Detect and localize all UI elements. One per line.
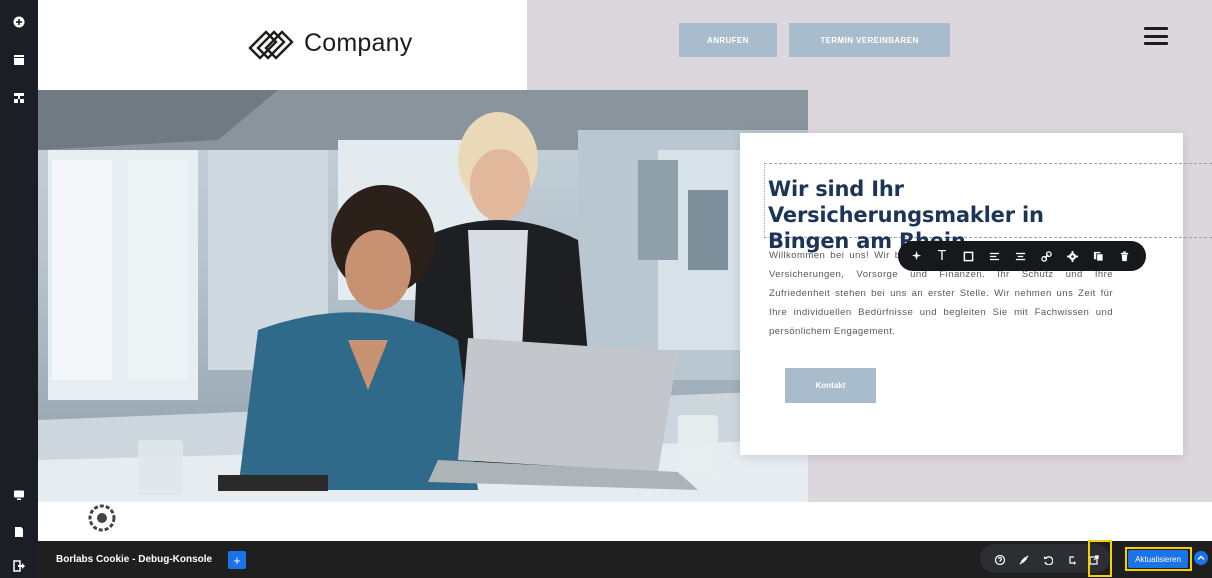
header-logo-area: Company — [38, 0, 527, 90]
hamburger-menu-icon[interactable] — [1144, 27, 1168, 45]
page-bottom-band — [38, 502, 1212, 541]
highlight-frame-open — [1088, 540, 1112, 577]
trash-icon[interactable] — [1114, 246, 1134, 266]
link-icon[interactable] — [1036, 246, 1056, 266]
debug-console-bar: Borlabs Cookie - Debug-Konsole + Aktuali… — [38, 540, 1212, 578]
undo-icon[interactable] — [1042, 554, 1054, 566]
desktop-preview-icon[interactable] — [9, 485, 29, 505]
settings-widget-icon[interactable] — [87, 503, 117, 533]
ai-sparkle-icon[interactable] — [906, 246, 926, 266]
text-edit-toolbar: T — [898, 241, 1146, 271]
gear-icon[interactable] — [1062, 246, 1082, 266]
hero-content-card: Wir sind Ihr Versicherungsmakler in Bing… — [740, 133, 1212, 455]
logo-mark-icon — [248, 30, 294, 60]
plus-circle-icon[interactable] — [9, 12, 29, 32]
call-button[interactable]: ANRUFEN — [679, 23, 777, 57]
exit-icon[interactable] — [9, 556, 29, 576]
align-left-icon[interactable] — [984, 246, 1004, 266]
chevron-up-icon[interactable] — [1194, 551, 1208, 565]
appointment-button[interactable]: TERMIN VEREINBAREN — [789, 23, 950, 57]
editor-sidebar — [0, 0, 38, 578]
box-icon[interactable] — [958, 246, 978, 266]
redo-icon[interactable] — [1066, 554, 1078, 566]
layout-icon[interactable] — [9, 50, 29, 70]
page-icon[interactable] — [9, 522, 29, 542]
debug-console-title: Borlabs Cookie - Debug-Konsole — [56, 554, 213, 565]
page-preview: Company ANRUFEN TERMIN VEREINBAREN Wir s… — [38, 0, 1212, 541]
debug-expand-button[interactable]: + — [228, 551, 246, 569]
update-button[interactable]: Aktualisieren — [1128, 550, 1188, 568]
brush-off-icon[interactable] — [1018, 554, 1030, 566]
copy-icon[interactable] — [1088, 246, 1108, 266]
company-logo[interactable]: Company — [246, 24, 412, 62]
logo-text: Company — [304, 28, 413, 57]
text-icon[interactable]: T — [932, 246, 952, 266]
structure-icon[interactable] — [9, 88, 29, 108]
align-center-icon[interactable] — [1010, 246, 1030, 266]
contact-button[interactable]: Kontakt — [785, 368, 876, 403]
hero-image — [38, 90, 808, 502]
help-icon[interactable] — [994, 554, 1006, 566]
